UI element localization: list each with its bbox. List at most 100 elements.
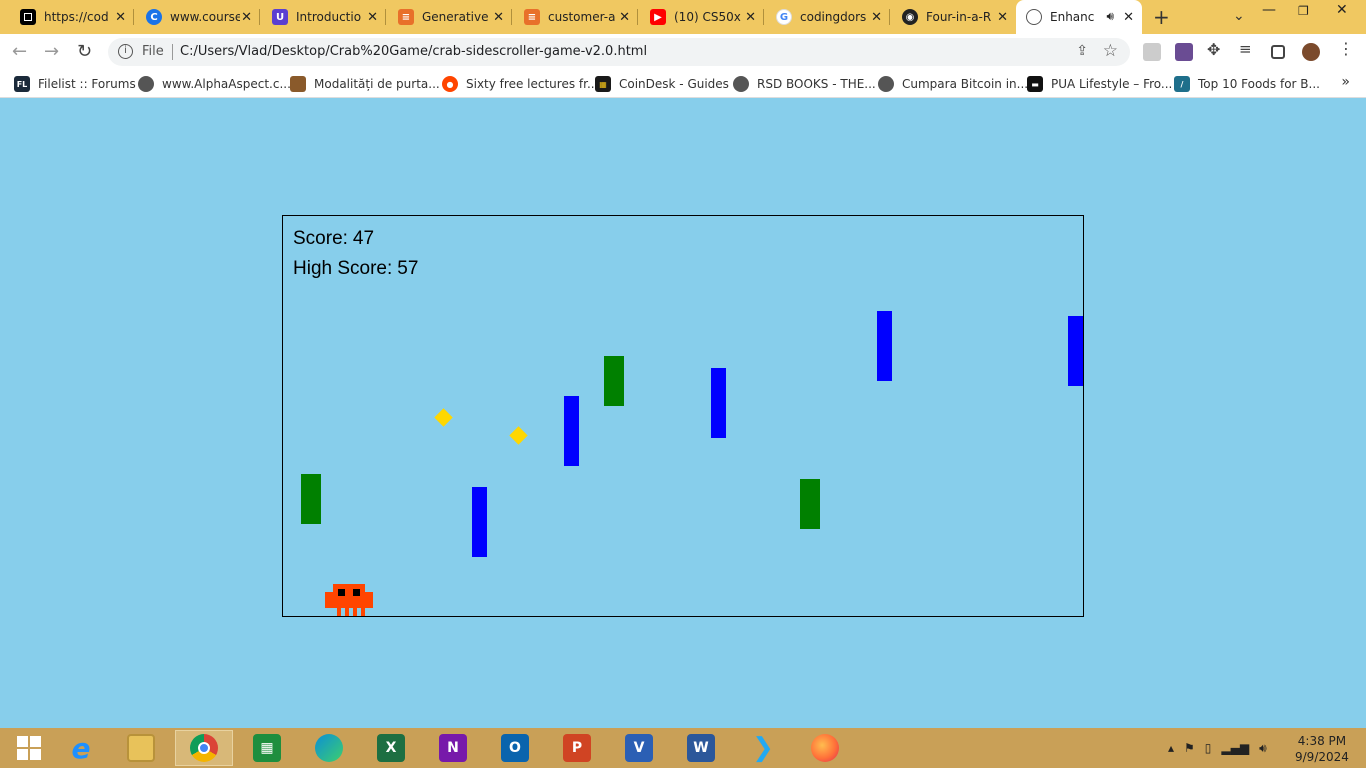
avatar[interactable] (1302, 43, 1320, 61)
close-icon[interactable]: ✕ (493, 10, 504, 25)
layers-icon: ≡ (524, 9, 540, 25)
close-icon[interactable]: ✕ (997, 10, 1008, 25)
close-icon[interactable]: ✕ (1123, 10, 1134, 25)
tab[interactable]: ≡ customer-a ✕ (514, 0, 638, 34)
bookmark-item[interactable]: ▦ CoinDesk - Guides (595, 76, 729, 92)
info-icon[interactable]: i (118, 44, 133, 59)
taskbar-app[interactable] (796, 730, 854, 766)
game-canvas[interactable]: Score: 47 High Score: 57 (282, 215, 1084, 617)
bookmark-label: Cumpara Bitcoin in... (902, 77, 1029, 91)
volume-icon[interactable]: 🔊︎ (1259, 741, 1267, 756)
close-window-icon[interactable]: ✕ (1336, 2, 1348, 18)
address-url[interactable]: C:/Users/Vlad/Desktop/Crab%20Game/crab-s… (180, 44, 647, 59)
close-icon[interactable]: ✕ (367, 10, 378, 25)
close-icon[interactable]: ✕ (241, 10, 252, 25)
c-logo-icon: C (146, 9, 162, 25)
tab[interactable]: ▶ (10) CS50x ✕ (640, 0, 764, 34)
tab-active[interactable]: Enhanc 🔊︎ ✕ (1016, 0, 1142, 34)
tab[interactable]: G codingdors ✕ (766, 0, 890, 34)
start-button[interactable] (0, 730, 58, 766)
taskbar-app[interactable]: P (548, 730, 606, 766)
github-icon: ◉ (902, 9, 918, 25)
crab-leg (345, 608, 349, 616)
forward-icon[interactable]: → (44, 41, 59, 62)
u-logo-icon: U (272, 9, 288, 25)
network-icon[interactable]: ▂▄▆ (1221, 741, 1249, 755)
taskbar-app[interactable]: O (486, 730, 544, 766)
bookmark-item[interactable]: Cumpara Bitcoin in... (878, 76, 1028, 92)
tab-strip: https://cod ✕ C www.course ✕ U Introduct… (0, 0, 1366, 34)
bookmark-item[interactable]: FL Filelist :: Forums (14, 76, 136, 92)
close-icon[interactable]: ✕ (871, 10, 882, 25)
media-icon[interactable]: ≡ (1239, 40, 1257, 58)
address-bar[interactable]: i File C:/Users/Vlad/Desktop/Crab%20Game… (108, 38, 1130, 66)
close-icon[interactable]: ✕ (619, 10, 630, 25)
pua-icon: ▬ (1027, 76, 1043, 92)
bookmark-item[interactable]: ▬ PUA Lifestyle – Fro... (1027, 76, 1172, 92)
bookmark-item[interactable]: Modalități de purta... (290, 76, 440, 92)
chevron-up-icon[interactable]: ▴ (1168, 741, 1174, 755)
taskbar: e ▦ X N O P V W ❯ ▴ ⚑ ▯ ▂▄▆ 🔊︎ 4:38 PM 9… (0, 728, 1366, 768)
reload-icon[interactable]: ↻ (77, 41, 92, 62)
taskbar-app[interactable]: W (672, 730, 730, 766)
battery-icon[interactable]: ▯ (1205, 741, 1212, 755)
pixel-icon (290, 76, 306, 92)
powerpoint-icon: P (563, 734, 591, 762)
chevron-down-icon[interactable]: ⌄ (1233, 8, 1245, 24)
taskbar-app[interactable]: X (362, 730, 420, 766)
layers-icon: ≡ (398, 9, 414, 25)
bookmark-item[interactable]: / Top 10 Foods for B... (1174, 76, 1320, 92)
bookmark-item[interactable]: ● Sixty free lectures fr... (442, 76, 598, 92)
coindesk-icon: ▦ (595, 76, 611, 92)
new-tab-button[interactable]: + (1153, 5, 1170, 29)
taskbar-app[interactable]: V (610, 730, 668, 766)
taskbar-app[interactable]: N (424, 730, 482, 766)
bookmarks-bar: FL Filelist :: Forums www.AlphaAspect.c.… (0, 70, 1366, 98)
taskbar-app[interactable]: ❯ (734, 730, 792, 766)
close-icon[interactable]: ✕ (745, 10, 756, 25)
tab[interactable]: U Introductio ✕ (262, 0, 386, 34)
crab-leg (337, 608, 341, 616)
globe-icon (733, 76, 749, 92)
coin (509, 426, 528, 445)
taskbar-app[interactable] (112, 730, 170, 766)
tab[interactable]: ≡ Generative ✕ (388, 0, 512, 34)
taskbar-app-active[interactable] (175, 730, 233, 766)
close-icon[interactable]: ✕ (115, 10, 126, 25)
restore-icon[interactable]: ❐ (1298, 4, 1309, 18)
bookmark-item[interactable]: www.AlphaAspect.c... (138, 76, 291, 92)
share-icon[interactable]: ⇪ (1076, 43, 1088, 59)
extension-icon[interactable] (1175, 43, 1193, 61)
tab-separator (385, 9, 386, 25)
extension-icon[interactable] (1143, 43, 1161, 61)
tab[interactable]: https://cod ✕ (10, 0, 134, 34)
youtube-icon: ▶ (650, 9, 666, 25)
kebab-menu-icon[interactable]: ⋮ (1338, 39, 1356, 58)
square-icon (20, 9, 36, 25)
tab-title: Four-in-a-R (926, 10, 992, 24)
slash-icon: / (1174, 76, 1190, 92)
address-scheme: File (142, 44, 164, 59)
speaker-icon[interactable]: 🔊︎ (1106, 9, 1114, 24)
bookmarks-overflow-button[interactable]: » (1341, 74, 1350, 90)
crab-leg (353, 608, 357, 616)
taskbar-app[interactable]: e (52, 730, 110, 766)
minimize-icon[interactable]: — (1262, 2, 1276, 18)
tab[interactable]: C www.course ✕ (136, 0, 260, 34)
bookmark-label: Sixty free lectures fr... (466, 77, 599, 91)
taskbar-app[interactable] (300, 730, 358, 766)
clock[interactable]: 4:38 PM 9/9/2024 (1295, 733, 1349, 765)
puzzle-icon[interactable]: ✥ (1207, 40, 1225, 59)
bookmark-star-icon[interactable]: ☆ (1103, 41, 1118, 61)
back-icon[interactable]: ← (12, 41, 27, 62)
word-icon: W (687, 734, 715, 762)
side-panel-icon[interactable] (1271, 45, 1285, 59)
bookmark-item[interactable]: RSD BOOKS - THE... (733, 76, 876, 92)
taskbar-app[interactable]: ▦ (238, 730, 296, 766)
flag-icon[interactable]: ⚑ (1184, 741, 1195, 755)
file-explorer-icon (127, 734, 155, 762)
address-divider (172, 44, 173, 60)
windows-logo-icon (17, 736, 41, 760)
globe-icon (1026, 9, 1042, 25)
tab[interactable]: ◉ Four-in-a-R ✕ (892, 0, 1016, 34)
